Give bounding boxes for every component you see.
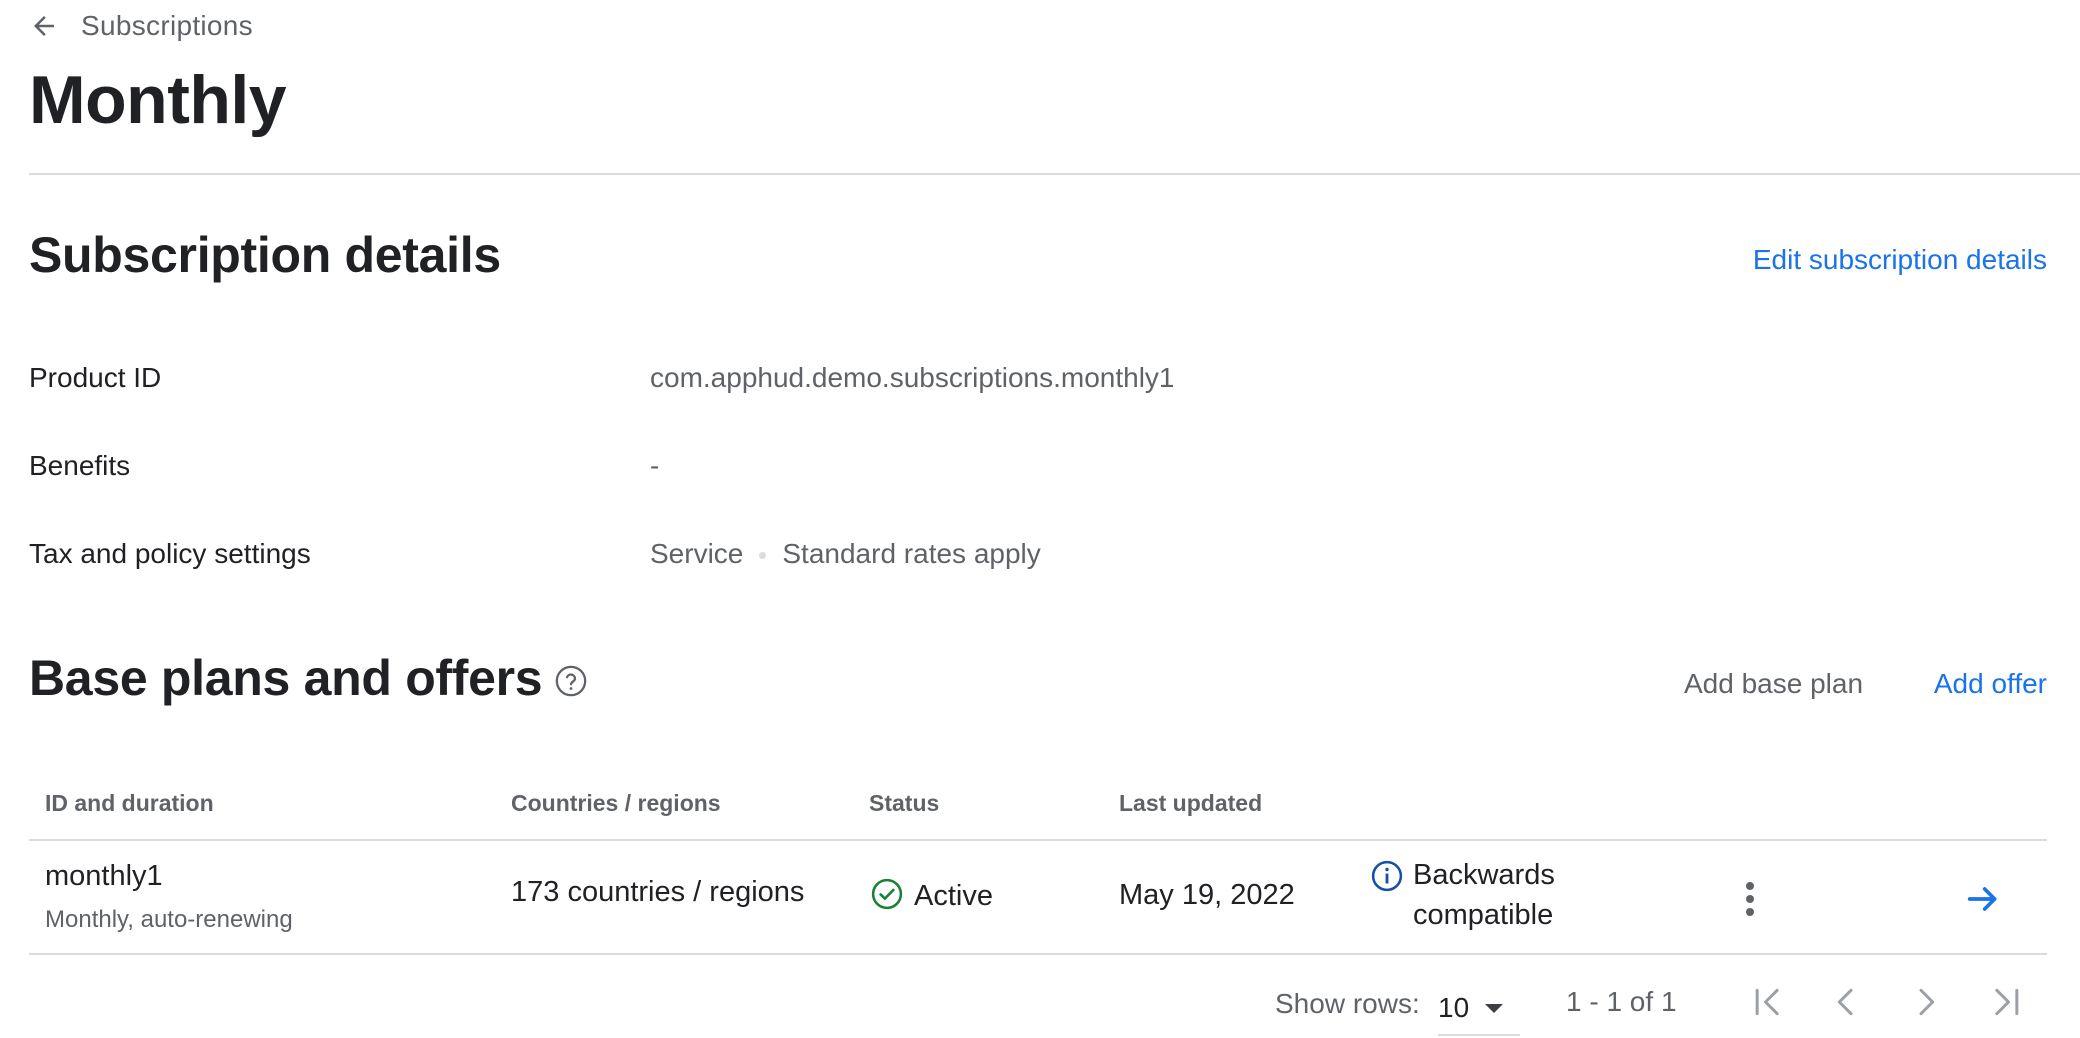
status-label: Active [914, 880, 993, 912]
table-row[interactable]: monthly1 Monthly, auto-renewing 173 coun… [29, 841, 2047, 953]
edit-subscription-details-link[interactable]: Edit subscription details [1753, 244, 2047, 276]
countries-regions: 173 countries / regions [511, 876, 805, 908]
previous-page-icon[interactable] [1824, 980, 1868, 1024]
info-icon[interactable] [1370, 859, 1404, 898]
page-title: Monthly [29, 62, 287, 138]
table-bottom-divider [29, 953, 2047, 955]
compatibility-line-1: Backwards [1413, 859, 1555, 891]
arrow-left-icon [29, 8, 65, 44]
back-link[interactable]: Subscriptions [29, 8, 253, 44]
last-page-icon[interactable] [1984, 980, 2028, 1024]
last-updated-date: May 19, 2022 [1119, 879, 1295, 911]
back-link-label: Subscriptions [81, 10, 253, 41]
show-rows-label: Show rows: [1275, 988, 1420, 1019]
base-plan-id: monthly1 [45, 860, 163, 892]
benefits-label: Benefits [29, 450, 131, 481]
subscription-details-title: Subscription details [29, 227, 501, 283]
dropdown-caret-icon [1485, 1003, 1504, 1013]
product-id-label: Product ID [29, 362, 162, 393]
tax-policy-label: Tax and policy settings [29, 538, 311, 569]
more-vert-icon[interactable] [1742, 880, 1758, 920]
separator-dot [759, 552, 767, 560]
tax-rate: Standard rates apply [782, 538, 1041, 569]
check-circle-icon [870, 877, 904, 916]
column-header-id: ID and duration [45, 790, 214, 816]
pagination-range: 1 - 1 of 1 [1566, 986, 1677, 1017]
tax-category: Service [650, 538, 744, 569]
add-offer-button[interactable]: Add offer [1934, 668, 2047, 700]
next-page-icon[interactable] [1904, 980, 1948, 1024]
base-plans-title: Base plans and offers [29, 650, 543, 706]
rows-per-page-value: 10 [1438, 992, 1470, 1023]
header-divider [29, 173, 2080, 175]
help-icon[interactable] [554, 664, 588, 698]
add-base-plan-button[interactable]: Add base plan [1684, 668, 1863, 700]
base-plans-header: Base plans and offers [29, 648, 588, 708]
column-header-countries: Countries / regions [511, 790, 721, 816]
rows-per-page-select[interactable]: 10 [1438, 982, 1520, 1036]
status-badge: Active [870, 877, 993, 916]
column-header-last-updated: Last updated [1119, 790, 1263, 816]
product-id-value: com.apphud.demo.subscriptions.monthly1 [650, 362, 1175, 393]
compatibility-line-2: compatible [1413, 899, 1554, 931]
first-page-icon[interactable] [1746, 980, 1790, 1024]
arrow-forward-icon[interactable] [1963, 879, 2003, 924]
tax-policy-value: Service Standard rates apply [650, 538, 1041, 570]
benefits-value: - [650, 450, 660, 481]
column-header-status: Status [869, 790, 940, 816]
base-plan-duration: Monthly, auto-renewing [45, 906, 293, 933]
